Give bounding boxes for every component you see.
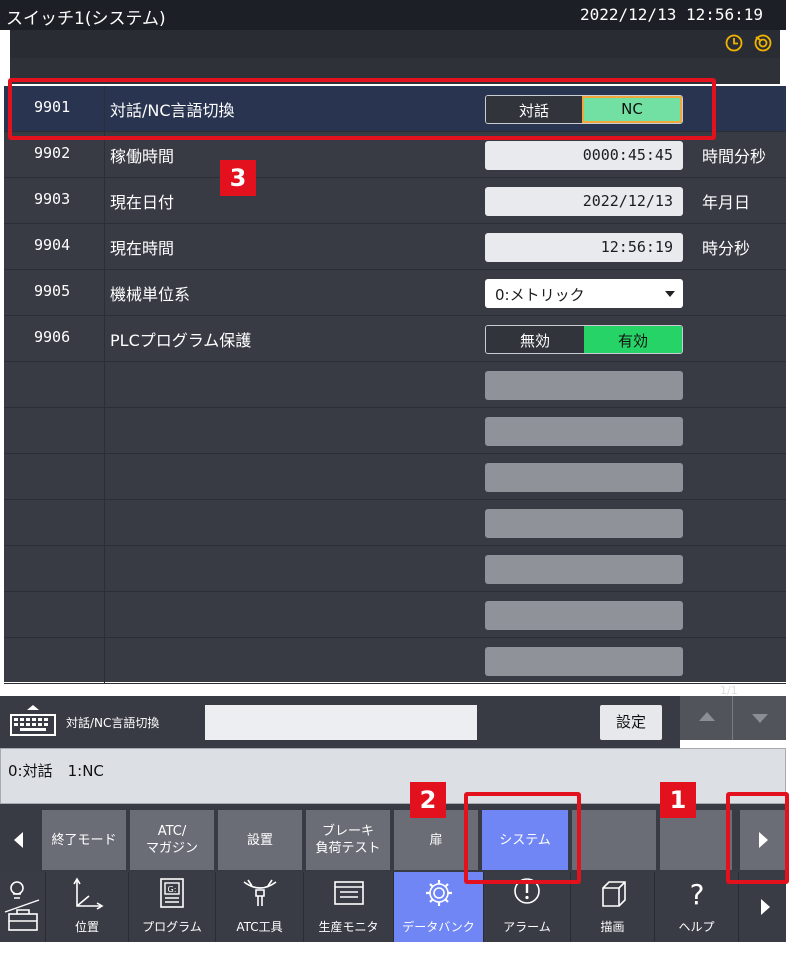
param-name: 現在日付	[110, 193, 175, 212]
nav-label: 生産モニタ	[318, 920, 379, 934]
page-up-button[interactable]	[680, 696, 732, 740]
param-number: 9905	[34, 282, 71, 300]
nav-drawing[interactable]: 描画	[571, 872, 655, 942]
column-divider	[104, 270, 105, 315]
param-unit: 時分秒	[702, 239, 751, 258]
column-divider	[104, 224, 105, 269]
input-label: 対話/NC言語切換	[66, 716, 160, 730]
param-name: 機械単位系	[110, 285, 191, 304]
table-row[interactable]: 9906 PLCプログラム保護 無効 有効	[4, 316, 786, 362]
nav-label: ヘルプ	[678, 920, 715, 934]
toggle-option-disabled[interactable]: 無効	[486, 326, 584, 353]
empty-row	[4, 362, 786, 408]
column-divider	[104, 178, 105, 223]
empty-value	[485, 601, 683, 630]
empty-value	[485, 647, 683, 676]
param-name: PLCプログラム保護	[110, 331, 252, 350]
empty-value	[485, 371, 683, 400]
page-down-button[interactable]	[732, 696, 786, 740]
info-bar	[10, 30, 780, 58]
nav-position[interactable]: 位置	[46, 872, 129, 942]
annotation-badge-2: 2	[410, 782, 446, 818]
nav-operator[interactable]	[0, 872, 46, 942]
highlight-box-2	[464, 792, 581, 884]
nav-label: アラーム	[503, 920, 551, 934]
lamp-toolbox-icon	[4, 881, 39, 931]
softkey-blank[interactable]	[660, 810, 732, 870]
param-value[interactable]: 12:56:19	[485, 233, 683, 262]
toggle-option-enabled[interactable]: 有効	[584, 326, 682, 353]
param-name: 現在時間	[110, 239, 175, 258]
empty-value	[485, 509, 683, 538]
help-text: 0:対話 1:NC	[8, 762, 104, 780]
plc-protect-toggle[interactable]: 無効 有効	[485, 325, 683, 354]
triangle-down-icon	[752, 714, 768, 723]
annotation-badge-3: 3	[220, 160, 256, 196]
nav-label: プログラム	[142, 920, 202, 934]
gear-icon	[425, 880, 452, 906]
softkey-brake-test[interactable]: ブレーキ 負荷テスト	[306, 810, 390, 870]
cube-icon	[601, 881, 626, 907]
table-row[interactable]: 9904 現在時間 12:56:19 時分秒	[4, 224, 786, 270]
nav-label: 描画	[600, 920, 625, 934]
param-name: 稼働時間	[110, 147, 175, 166]
svg-text:G:: G:	[168, 885, 177, 894]
keyboard-icon[interactable]	[8, 704, 58, 740]
nav-atc-tool[interactable]: ATC工具	[216, 872, 304, 942]
table-row[interactable]: 9905 機械単位系 0:メトリック	[4, 270, 786, 316]
triangle-right-icon	[761, 899, 770, 915]
datetime: 2022/12/13 12:56:19	[580, 5, 764, 24]
param-number: 9903	[34, 190, 71, 208]
set-button[interactable]: 設定	[600, 705, 662, 740]
triangle-left-icon	[13, 832, 23, 848]
sync-icon	[754, 34, 772, 52]
param-number: 9902	[34, 144, 71, 162]
program-icon: G:	[160, 878, 184, 908]
softkey-end-mode[interactable]: 終了モード	[42, 810, 126, 870]
axis-icon	[73, 877, 104, 910]
table-row[interactable]: 9903 現在日付 2022/12/13 年月日	[4, 178, 786, 224]
nav-label: 位置	[74, 920, 99, 934]
nav-program[interactable]: G: プログラム	[129, 872, 216, 942]
softkey-prev-button[interactable]	[0, 810, 36, 870]
tool-icon	[243, 879, 276, 906]
highlight-box-3	[8, 78, 716, 140]
column-divider	[104, 316, 105, 361]
param-unit: 時間分秒	[702, 147, 767, 166]
softkey-setup[interactable]: 設置	[218, 810, 302, 870]
chevron-down-icon	[665, 291, 675, 297]
empty-row	[4, 408, 786, 454]
softkey-blank[interactable]	[572, 810, 656, 870]
empty-row	[4, 592, 786, 638]
param-number: 9904	[34, 236, 71, 254]
empty-value	[485, 555, 683, 584]
empty-value	[485, 417, 683, 446]
empty-value	[485, 463, 683, 492]
clock-icon	[725, 34, 743, 52]
empty-row	[4, 500, 786, 546]
highlight-box-1	[726, 792, 789, 884]
nav-production-monitor[interactable]: 生産モニタ	[304, 872, 394, 942]
empty-row	[4, 454, 786, 500]
svg-text:?: ?	[689, 878, 704, 911]
triangle-up-icon	[699, 712, 715, 721]
nav-label: データバンク	[402, 920, 475, 934]
annotation-badge-1: 1	[660, 782, 696, 818]
select-value: 0:メトリック	[495, 286, 585, 304]
param-number: 9906	[34, 328, 71, 346]
nav-label: ATC工具	[236, 920, 283, 934]
empty-row	[4, 546, 786, 592]
monitor-icon	[333, 881, 364, 905]
unit-system-select[interactable]: 0:メトリック	[485, 279, 683, 308]
softkey-atc-magazine[interactable]: ATC/ マガジン	[130, 810, 214, 870]
empty-row	[4, 638, 786, 684]
param-value[interactable]: 2022/12/13	[485, 187, 683, 216]
page-title: スイッチ1(システム)	[6, 9, 166, 29]
help-icon: ?	[689, 878, 704, 911]
param-unit: 年月日	[702, 193, 751, 212]
value-input[interactable]	[205, 705, 477, 740]
param-value[interactable]: 0000:45:45	[485, 141, 683, 170]
